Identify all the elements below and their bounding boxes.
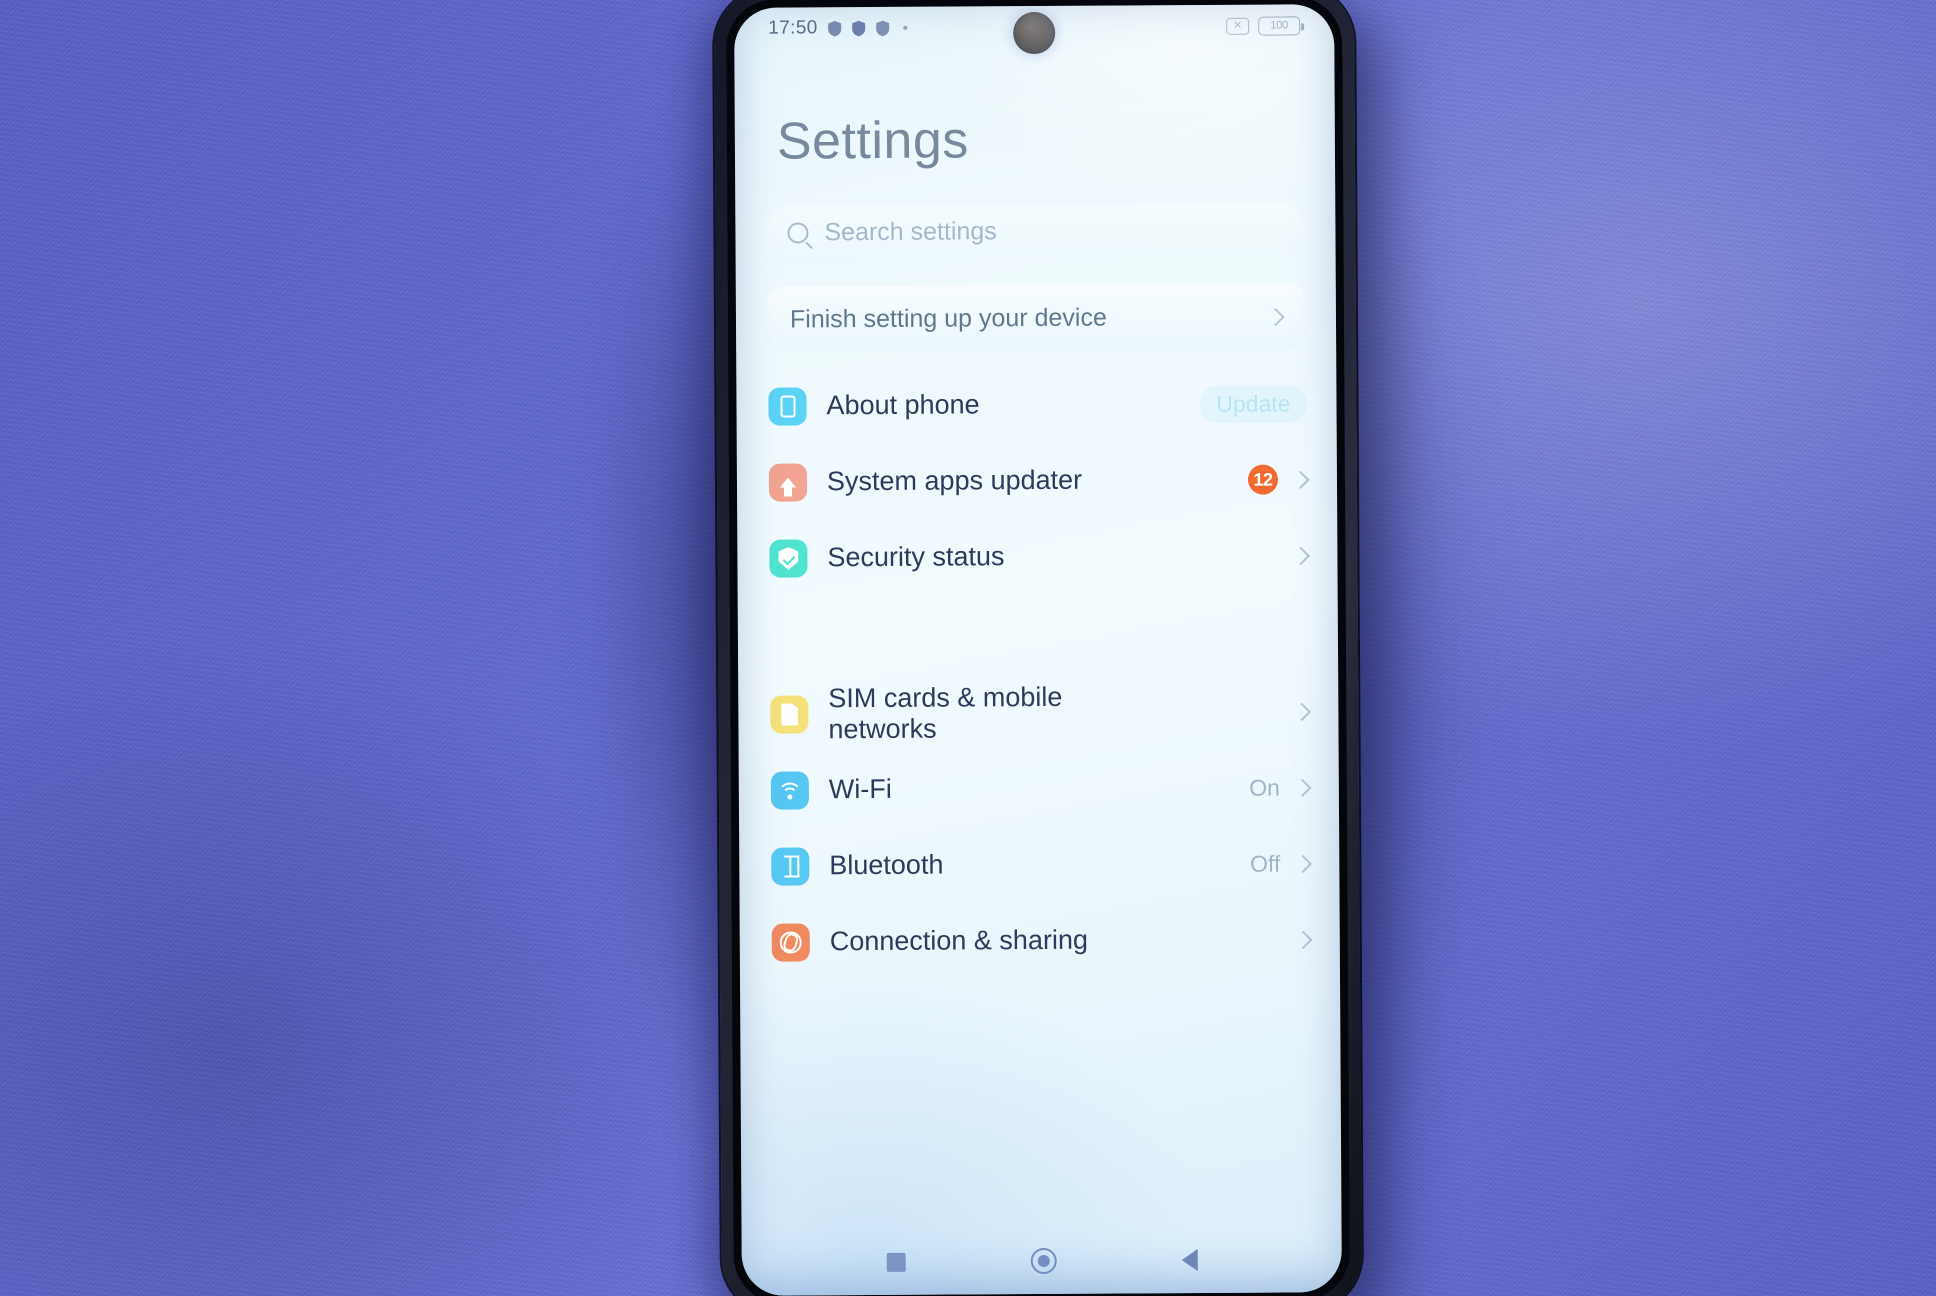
shield-icon <box>827 20 841 37</box>
settings-row-label: About phone <box>826 389 980 421</box>
wifi-icon <box>770 771 809 810</box>
settings-row-about-phone[interactable]: About phone Update <box>736 365 1336 445</box>
settings-row-sim-cards[interactable]: SIM cards & mobile networks <box>738 673 1338 753</box>
settings-row-trailing <box>1294 930 1313 949</box>
status-bar-dot <box>902 25 907 30</box>
settings-group-system: About phone Update System apps updater 1… <box>736 365 1337 597</box>
shield-icon <box>875 20 889 36</box>
shield-icon <box>851 20 865 36</box>
settings-row-value: Off <box>1249 850 1281 877</box>
sim-card-icon <box>770 695 809 734</box>
phone-screen: 17:50 ✕ 100 Settings Search settings Fin… <box>734 4 1342 1296</box>
settings-row-trailing <box>1291 546 1311 565</box>
finish-setup-label: Finish setting up your device <box>789 303 1107 334</box>
settings-row-label: SIM cards & mobile networks <box>828 681 1063 745</box>
settings-row-bluetooth[interactable]: Bluetooth Off <box>739 825 1339 905</box>
settings-row-value: On <box>1249 774 1280 801</box>
battery-indicator: 100 <box>1258 15 1301 36</box>
triangle-back-icon[interactable] <box>1181 1249 1198 1272</box>
settings-row-trailing: Off <box>1249 850 1313 877</box>
chevron-right-icon <box>1292 702 1312 721</box>
bluetooth-icon <box>771 847 810 886</box>
settings-row-trailing: Update <box>1200 384 1307 423</box>
settings-row-connection-sharing[interactable]: Connection & sharing <box>740 901 1340 981</box>
chevron-right-icon <box>1294 930 1313 949</box>
chevron-right-icon <box>1293 778 1312 797</box>
finish-setup-card[interactable]: Finish setting up your device <box>765 283 1307 353</box>
settings-row-security-status[interactable]: Security status <box>737 517 1337 597</box>
chevron-right-icon <box>1266 307 1285 326</box>
settings-row-wifi[interactable]: Wi-Fi On <box>739 749 1339 829</box>
connection-sharing-icon <box>771 923 810 962</box>
settings-row-label: Wi-Fi <box>828 774 892 805</box>
battery-level-label: 100 <box>1270 19 1289 32</box>
shield-check-icon <box>769 539 808 578</box>
settings-row-label: Bluetooth <box>829 849 944 881</box>
smartphone-device: 17:50 ✕ 100 Settings Search settings Fin… <box>713 0 1363 1296</box>
front-camera-punch-hole <box>1013 11 1056 55</box>
status-bar-right: ✕ 100 <box>1226 15 1301 36</box>
settings-row-trailing <box>1292 702 1312 721</box>
square-recents-icon[interactable] <box>886 1252 906 1272</box>
status-bar-clock: 17:50 <box>768 17 818 39</box>
search-input[interactable]: Search settings <box>765 202 1306 260</box>
search-placeholder: Search settings <box>824 216 997 246</box>
mute-icon: ✕ <box>1226 17 1250 35</box>
navigation-bar <box>741 1226 1342 1296</box>
phone-shadow-right <box>1330 0 1630 1296</box>
phone-icon <box>768 387 807 426</box>
chevron-right-icon <box>1293 854 1313 873</box>
chevron-right-icon <box>1291 470 1310 489</box>
circle-home-icon[interactable] <box>1030 1247 1057 1275</box>
settings-row-label: Security status <box>827 541 1005 573</box>
status-badge: 12 <box>1247 464 1279 495</box>
status-bar-left: 17:50 <box>768 17 907 40</box>
update-badge[interactable]: Update <box>1200 384 1307 423</box>
phone-shadow-left <box>430 0 760 1296</box>
settings-group-network: SIM cards & mobile networks Wi-Fi On Blu… <box>738 673 1340 981</box>
settings-row-label: System apps updater <box>826 465 1083 497</box>
settings-row-trailing: 12 <box>1247 464 1310 495</box>
settings-row-trailing: On <box>1249 774 1312 801</box>
settings-row-system-apps-updater[interactable]: System apps updater 12 <box>737 441 1337 521</box>
settings-row-label: Connection & sharing <box>829 925 1089 957</box>
settings-content: Settings Search settings Finish setting … <box>734 46 1342 1296</box>
chevron-right-icon <box>1291 546 1311 565</box>
page-title: Settings <box>776 111 969 171</box>
upload-arrow-icon <box>768 463 808 502</box>
search-icon <box>787 221 809 244</box>
